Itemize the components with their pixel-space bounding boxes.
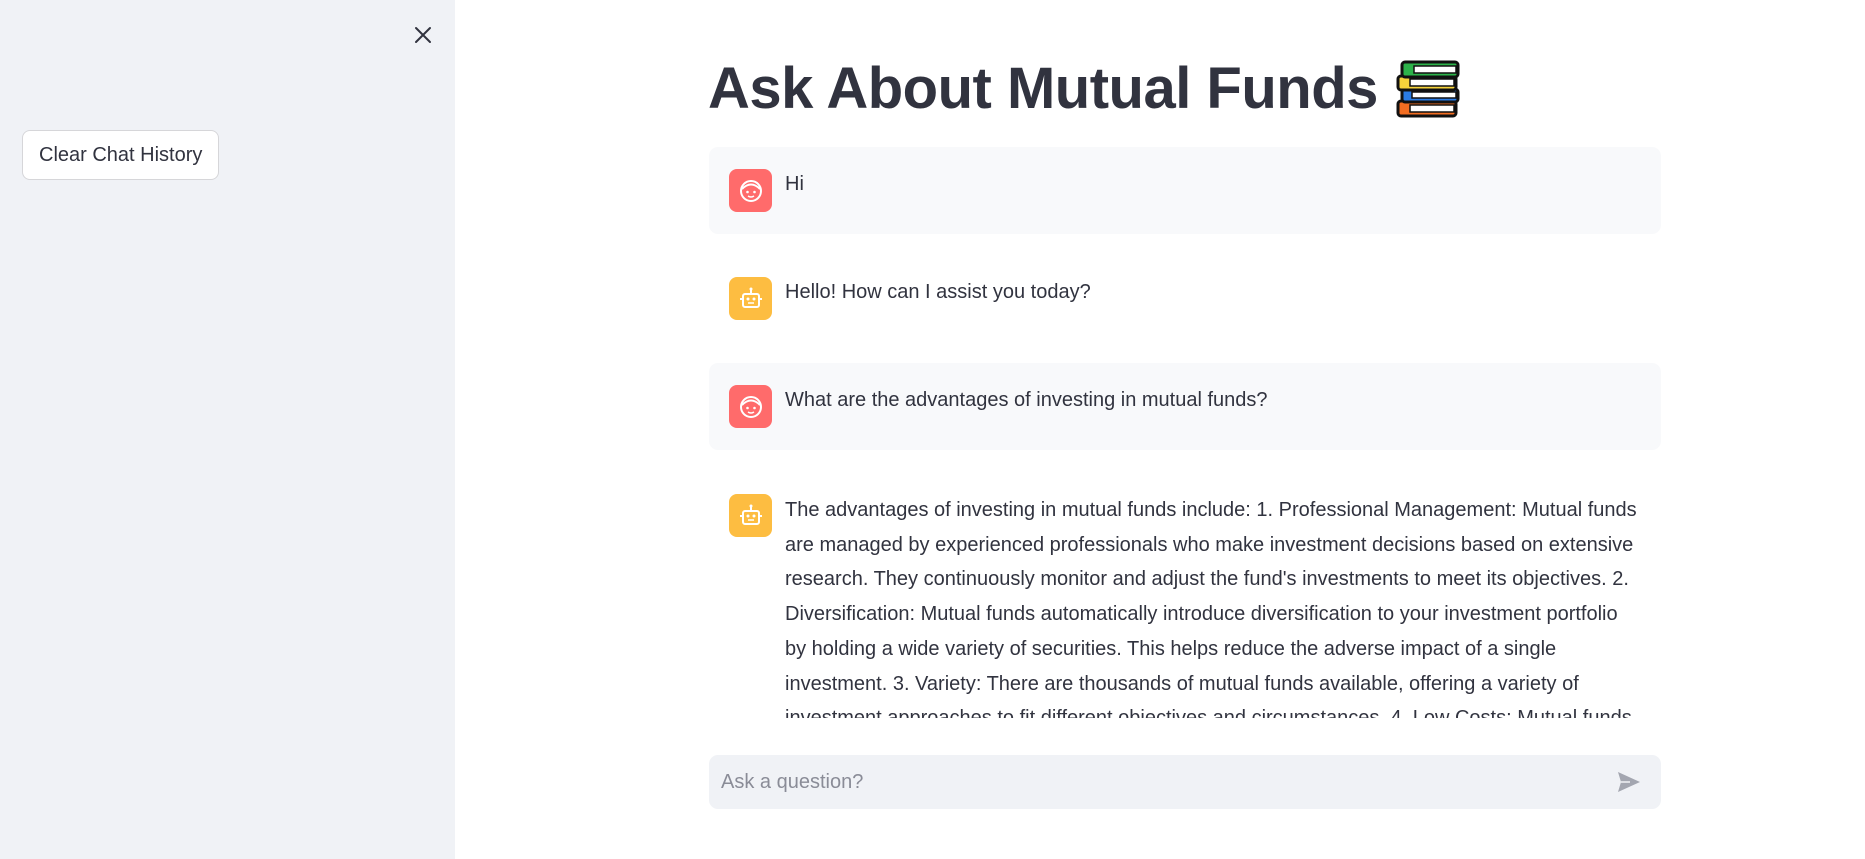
page-title-text: Ask About Mutual Funds [708, 56, 1378, 121]
chat-message-assistant: Hello! How can I assist you today? [709, 255, 1661, 342]
app-root: Clear Chat History Ask About Mutual Fund… [0, 0, 1865, 859]
send-icon[interactable] [1605, 758, 1653, 806]
message-text: What are the advantages of investing in … [785, 389, 1268, 411]
close-icon[interactable] [408, 20, 438, 50]
message-text: The advantages of investing in mutual fu… [785, 499, 1637, 718]
user-face-icon [729, 169, 772, 212]
page-title: Ask About Mutual Funds [708, 55, 1460, 122]
chat-message-user: What are the advantages of investing in … [709, 363, 1661, 450]
chat-message-user: Hi [709, 147, 1661, 234]
sidebar: Clear Chat History [0, 0, 455, 859]
chat-message-assistant: The advantages of investing in mutual fu… [709, 475, 1661, 735]
user-face-icon [729, 385, 772, 428]
chat-input-container [709, 755, 1661, 809]
robot-icon [729, 494, 772, 537]
books-icon [1396, 59, 1460, 119]
main-content: Ask About Mutual Funds Hi Hello! How can… [455, 0, 1865, 859]
message-text: Hello! How can I assist you today? [785, 281, 1091, 303]
message-text: Hi [785, 173, 804, 195]
clear-chat-history-button[interactable]: Clear Chat History [22, 130, 220, 180]
chat-input[interactable] [709, 755, 1605, 809]
robot-icon [729, 277, 772, 320]
